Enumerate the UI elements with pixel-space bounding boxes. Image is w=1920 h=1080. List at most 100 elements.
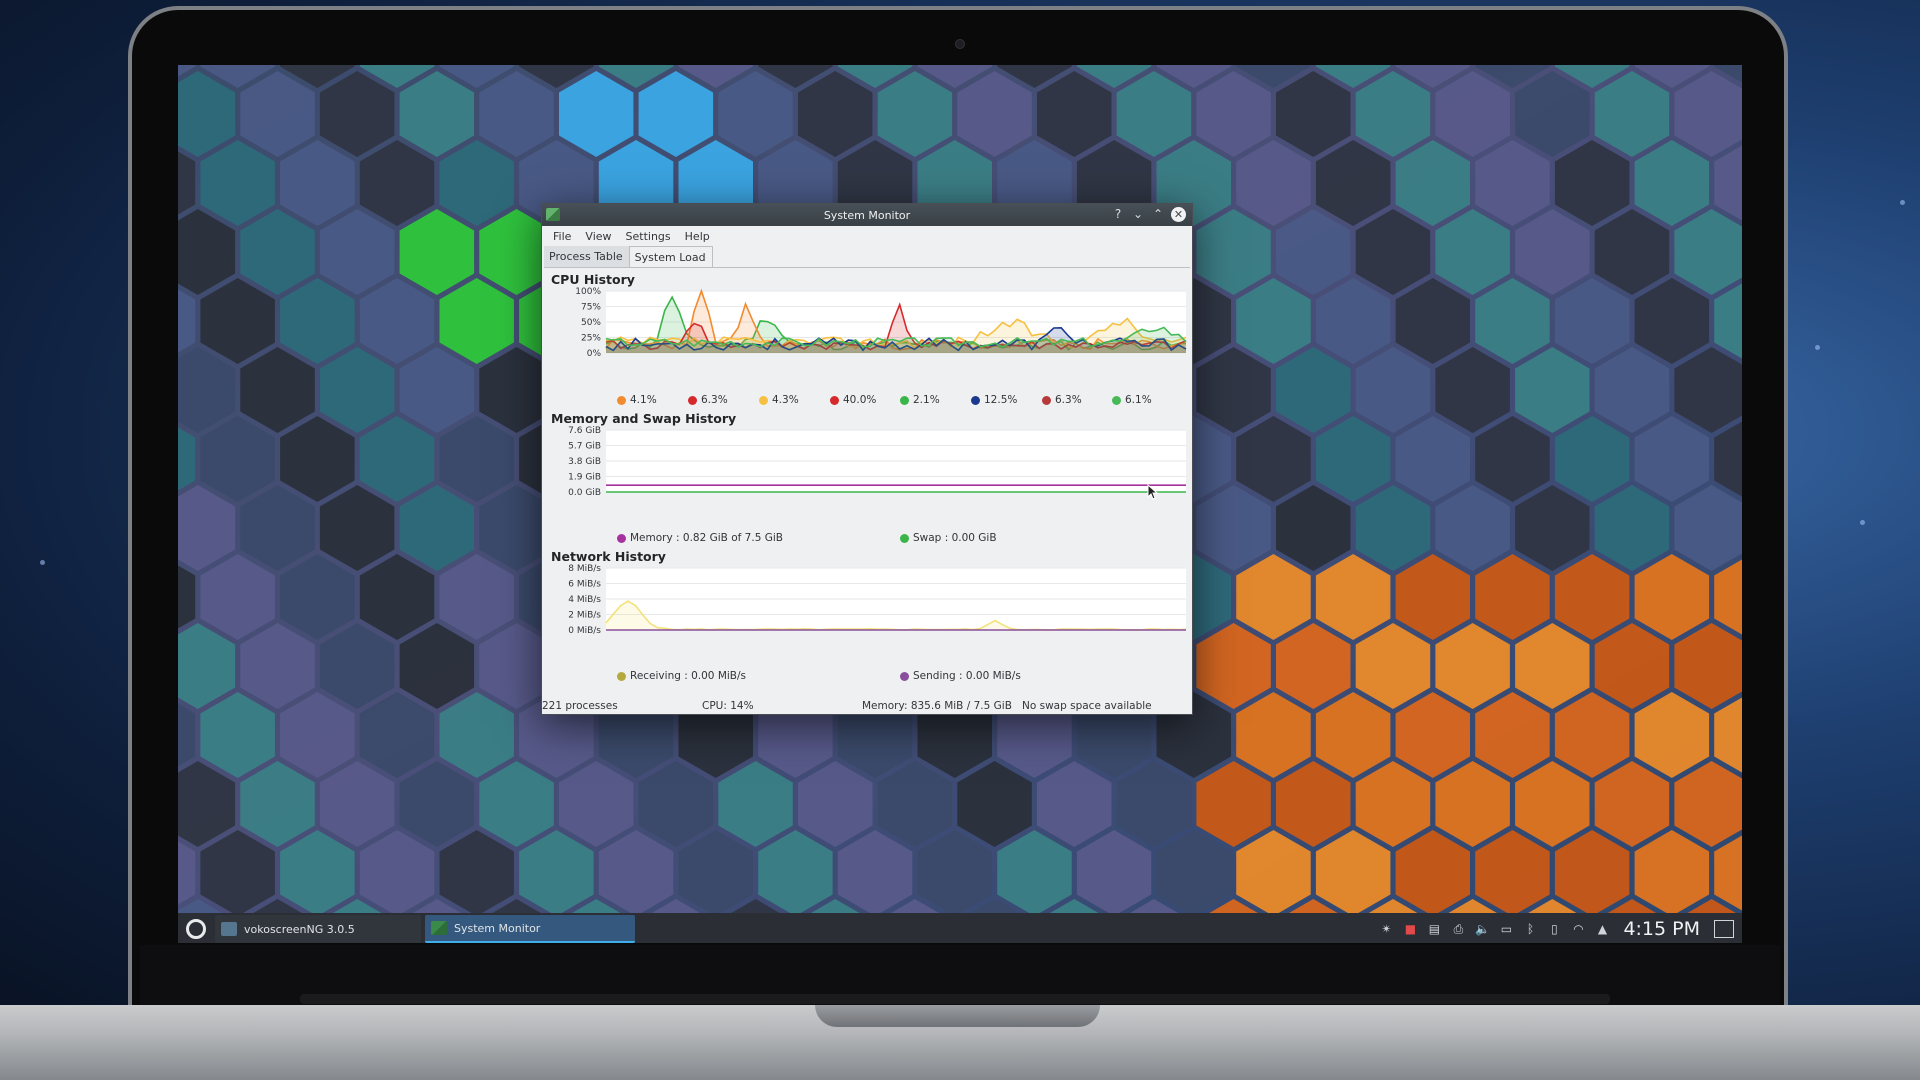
network-history-title: Network History (551, 549, 666, 564)
star (1815, 345, 1820, 350)
status-swap: No swap space available (1022, 700, 1152, 712)
legend-item: Receiving : 0.00 MiB/s (617, 670, 746, 682)
window-title: System Monitor (823, 208, 911, 222)
legend-color-dot (900, 533, 909, 543)
maximize-button[interactable]: ⌃ (1151, 206, 1165, 222)
battery-icon[interactable]: ▭ (1499, 922, 1513, 936)
legend-color-dot (759, 395, 768, 405)
y-tick-label: 8 MiB/s (568, 564, 601, 574)
legend-color-dot (617, 533, 626, 543)
cpu-history-graph: 100% 75% 50% 25% 0% (575, 287, 1187, 359)
window-titlebar[interactable]: System Monitor ? ⌄ ⌃ ✕ (542, 204, 1192, 226)
clipboard-icon[interactable]: ▤ (1427, 922, 1441, 936)
cpu-history-plot: 100% 75% 50% 25% 0% (546, 286, 1190, 386)
y-tick-label: 5.7 GiB (568, 442, 601, 452)
y-tick-label: 1.9 GiB (568, 473, 601, 483)
task-label: System Monitor (454, 921, 541, 935)
legend-color-dot (830, 395, 839, 405)
legend-label: 2.1% (913, 394, 940, 406)
tab-system-load[interactable]: System Load (628, 246, 713, 267)
legend-label: Memory : 0.82 GiB of 7.5 GiB (630, 532, 783, 544)
legend-label: Sending : 0.00 MiB/s (913, 670, 1021, 682)
tab-bar: Process Table System Load (544, 246, 1190, 268)
status-memory: Memory: 835.6 MiB / 7.5 GiB (862, 700, 1012, 712)
legend-label: 40.0% (843, 394, 877, 406)
volume-icon[interactable]: 🔈 (1475, 922, 1490, 936)
legend-label: 6.1% (1125, 394, 1152, 406)
status-processes: 221 processes (542, 700, 618, 712)
statusbar: 221 processes CPU: 14% Memory: 835.6 MiB… (542, 698, 1192, 714)
star (1860, 520, 1865, 525)
mouse-cursor (1147, 484, 1159, 500)
bluetooth-icon[interactable]: ᛒ (1523, 922, 1537, 936)
menu-file[interactable]: File (546, 230, 578, 243)
task-label: vokoscreenNG 3.0.5 (244, 922, 355, 936)
y-tick-label: 7.6 GiB (568, 426, 601, 436)
legend-item: Memory : 0.82 GiB of 7.5 GiB (617, 532, 783, 544)
network-legend: Receiving : 0.00 MiB/s Sending : 0.00 MiB… (542, 670, 1192, 684)
network-history-graph: 8 MiB/s 6 MiB/s 4 MiB/s 2 MiB/s 0 MiB/s (568, 564, 1187, 636)
legend-color-dot (1112, 395, 1121, 405)
memory-history-plot: 7.6 GiB 5.7 GiB 3.8 GiB 1.9 GiB 0.0 GiB (546, 425, 1190, 525)
legend-label: Swap : 0.00 GiB (913, 532, 997, 544)
legend-item: 2.1% (900, 394, 940, 406)
recording-icon[interactable]: ■ (1403, 922, 1417, 936)
legend-color-dot (971, 395, 980, 405)
wifi-icon[interactable]: ◠ (1571, 922, 1585, 936)
y-tick-label: 25% (581, 334, 601, 344)
y-tick-label: 6 MiB/s (568, 580, 601, 590)
task-vokoscreen[interactable]: vokoscreenNG 3.0.5 (215, 915, 421, 943)
legend-item: 4.3% (759, 394, 799, 406)
taskbar: vokoscreenNG 3.0.5 System Monitor ✴ ■ ▤ … (178, 913, 1742, 943)
legend-item: 6.3% (1042, 394, 1082, 406)
legend-item: 6.1% (1112, 394, 1152, 406)
menu-settings[interactable]: Settings (619, 230, 678, 243)
system-monitor-task-icon (431, 921, 447, 935)
laptop-hinge (300, 994, 1610, 1004)
legend-color-dot (900, 671, 909, 681)
legend-item: Swap : 0.00 GiB (900, 532, 997, 544)
laptop-notch (815, 1005, 1100, 1027)
help-button[interactable]: ? (1111, 206, 1125, 222)
system-tray: ✴ ■ ▤ ⎙ 🔈 ▭ ᛒ ▯ ◠ ▲ 4:15 PM (1379, 913, 1734, 943)
legend-item: 40.0% (830, 394, 876, 406)
y-tick-label: 50% (581, 318, 601, 328)
kde-connect-icon[interactable]: ✴ (1379, 922, 1393, 936)
system-monitor-icon (546, 208, 560, 221)
y-tick-label: 2 MiB/s (568, 611, 601, 621)
minimize-button[interactable]: ⌄ (1131, 206, 1145, 222)
legend-item: 4.1% (617, 394, 657, 406)
legend-item: 6.3% (688, 394, 728, 406)
application-launcher[interactable] (181, 914, 211, 943)
network-history-plot: 8 MiB/s 6 MiB/s 4 MiB/s 2 MiB/s 0 MiB/s (546, 563, 1190, 663)
printer-icon[interactable]: ⎙ (1451, 922, 1465, 936)
legend-color-dot (688, 395, 697, 405)
legend-item: 12.5% (971, 394, 1017, 406)
legend-color-dot (617, 395, 626, 405)
y-tick-label: 4 MiB/s (568, 595, 601, 605)
legend-label: 4.3% (772, 394, 799, 406)
memory-legend: Memory : 0.82 GiB of 7.5 GiB Swap : 0.00 … (542, 532, 1192, 546)
y-tick-label: 0% (587, 349, 602, 359)
legend-label: 6.3% (1055, 394, 1082, 406)
menu-view[interactable]: View (578, 230, 618, 243)
y-tick-label: 0 MiB/s (568, 626, 601, 636)
menu-help[interactable]: Help (678, 230, 717, 243)
show-desktop-button[interactable] (1714, 920, 1734, 938)
cpu-history-title: CPU History (551, 272, 635, 287)
close-button[interactable]: ✕ (1171, 206, 1186, 222)
clock[interactable]: 4:15 PM (1623, 918, 1700, 940)
device-icon[interactable]: ▯ (1547, 922, 1561, 936)
task-system-monitor[interactable]: System Monitor (425, 915, 635, 943)
legend-label: 12.5% (984, 394, 1018, 406)
menubar: File View Settings Help (542, 226, 1192, 246)
webcam (955, 39, 965, 49)
legend-color-dot (617, 671, 626, 681)
vokoscreen-icon (221, 922, 237, 936)
tab-process-table[interactable]: Process Table (544, 246, 629, 267)
tray-expand-icon[interactable]: ▲ (1595, 922, 1609, 936)
y-tick-label: 0.0 GiB (568, 488, 601, 498)
memory-history-title: Memory and Swap History (551, 411, 737, 426)
y-tick-label: 75% (581, 303, 601, 313)
legend-color-dot (1042, 395, 1051, 405)
